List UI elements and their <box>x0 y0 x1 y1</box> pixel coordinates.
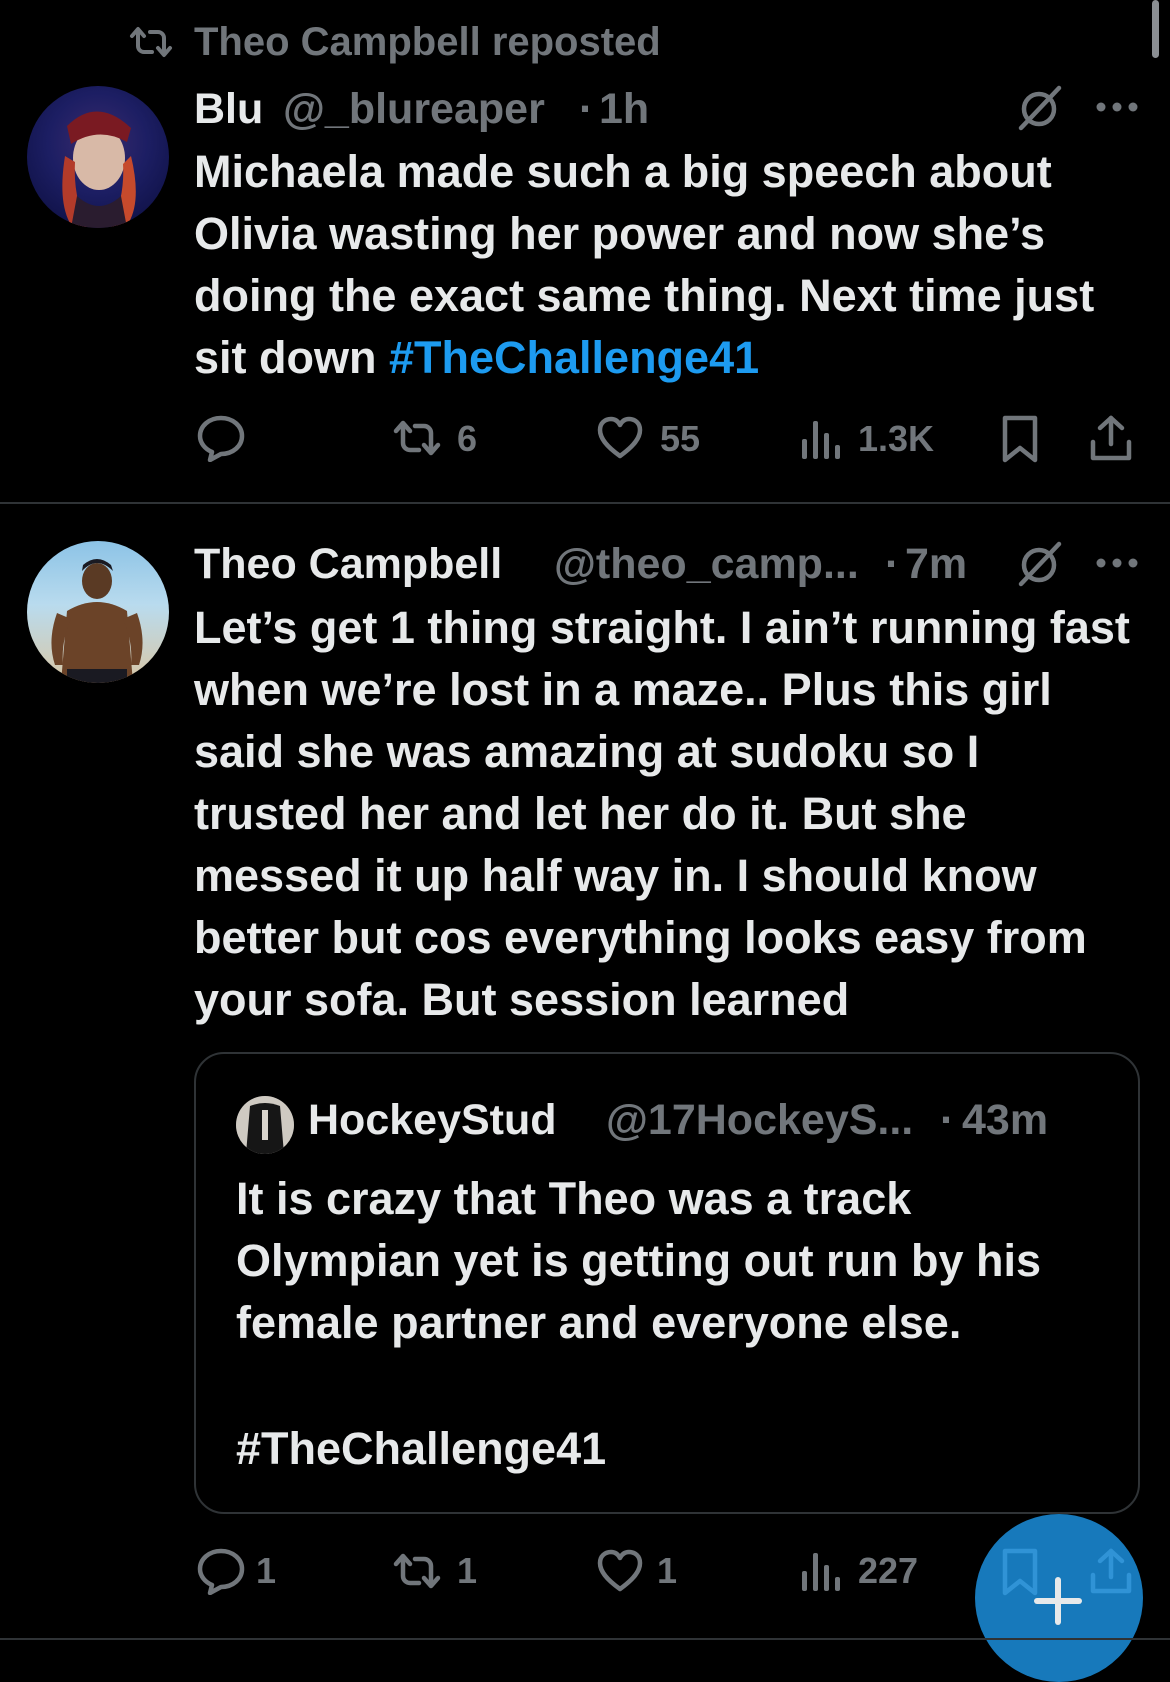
tweet2-views-count: 227 <box>858 1550 919 1591</box>
repost-icon <box>126 24 176 60</box>
like-icon[interactable] <box>596 416 644 460</box>
tweet2-time[interactable]: 7m <box>905 538 967 590</box>
avatar-theo-campbell[interactable] <box>27 541 169 683</box>
tweet1-hashtag-link[interactable]: #TheChallenge41 <box>389 332 759 383</box>
tweet2-like-count: 1 <box>657 1550 678 1591</box>
tweet1-like-count: 55 <box>660 418 701 459</box>
tweet2-reply-count: 1 <box>256 1550 277 1591</box>
like-icon[interactable] <box>596 1549 644 1593</box>
avatar-blu[interactable] <box>27 86 169 228</box>
repost-icon[interactable] <box>391 418 443 458</box>
grok-icon[interactable] <box>1015 84 1063 132</box>
quote-display-name: HockeyStud <box>308 1096 557 1144</box>
tweet-divider <box>0 502 1170 504</box>
tweet2-text: Let’s get 1 thing straight. I ain’t runn… <box>194 602 1130 1025</box>
quote-text: It is crazy that Theo was a track Olympi… <box>236 1173 1042 1348</box>
tweet2-dot: · <box>885 540 900 588</box>
quote-tweet-card[interactable]: HockeyStud @17HockeyS... · 43m It is cra… <box>194 1052 1140 1514</box>
reply-icon[interactable] <box>196 1547 246 1595</box>
bookmark-icon[interactable] <box>1000 414 1040 464</box>
share-icon[interactable] <box>1088 414 1134 462</box>
views-icon[interactable] <box>799 417 841 461</box>
tweet2-handle[interactable]: @theo_camp... <box>554 538 859 590</box>
quote-handle: @17HockeyS... <box>606 1096 914 1144</box>
views-icon[interactable] <box>799 1549 841 1593</box>
tweet1-dot: · <box>579 85 594 133</box>
tweet1-repost-count: 6 <box>457 418 478 459</box>
avatar-hockeystud[interactable] <box>236 1096 294 1154</box>
tweet1-display-name[interactable]: Blu <box>194 83 263 135</box>
more-icon[interactable] <box>1095 100 1139 114</box>
tweet2-display-name[interactable]: Theo Campbell <box>194 538 502 590</box>
reply-icon[interactable] <box>196 414 246 462</box>
bottom-divider <box>0 1638 1170 1640</box>
tweet1-text: Michaela made such a big speech about Ol… <box>194 141 1124 389</box>
tweet1-time[interactable]: 1h <box>599 83 649 135</box>
repost-icon[interactable] <box>391 1551 443 1591</box>
repost-banner-text[interactable]: Theo Campbell reposted <box>194 18 661 66</box>
compose-plus-icon <box>1033 1576 1083 1626</box>
scrollbar-thumb[interactable] <box>1152 0 1159 58</box>
tweet2-repost-count: 1 <box>457 1550 478 1591</box>
compose-fab[interactable] <box>975 1514 1143 1682</box>
quote-dot: · <box>940 1096 955 1144</box>
tweet1-handle[interactable]: @_blureaper <box>283 83 545 135</box>
quote-time: 43m <box>962 1096 1049 1144</box>
quote-hashtag: #TheChallenge41 <box>236 1423 607 1474</box>
tweet1-views-count: 1.3K <box>858 418 935 459</box>
more-icon[interactable] <box>1095 556 1139 570</box>
grok-icon[interactable] <box>1015 540 1063 588</box>
